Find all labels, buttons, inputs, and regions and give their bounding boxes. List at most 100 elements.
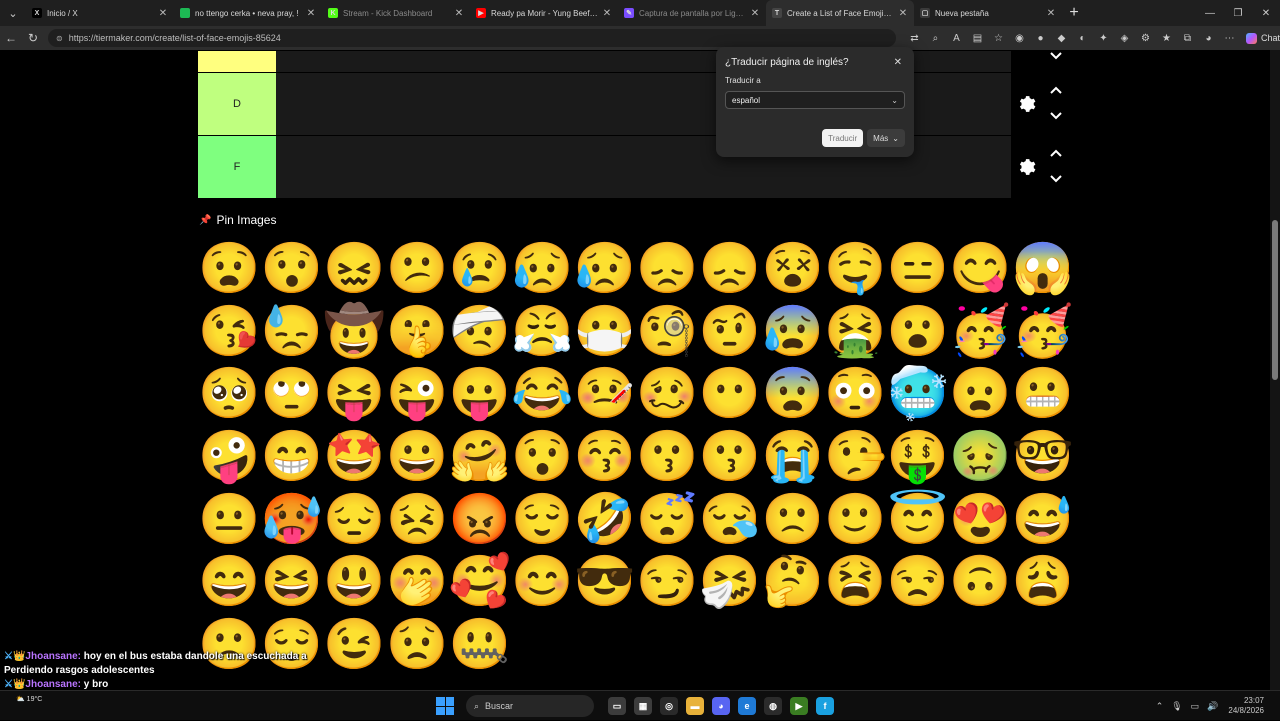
more-options-button[interactable]: Más ⌄ — [867, 129, 905, 147]
start-icon[interactable] — [436, 697, 454, 715]
emoji-image[interactable]: 😏 — [636, 550, 699, 613]
extension-icon[interactable]: ● — [1030, 33, 1051, 44]
emoji-image[interactable]: 🙂 — [824, 487, 887, 550]
extension-icon[interactable]: ◉ — [1009, 33, 1030, 44]
zoom-icon[interactable]: ⌕ — [925, 33, 946, 44]
emoji-image[interactable]: 😮 — [887, 300, 950, 363]
pin-images-toggle[interactable]: 📌 Pin Images — [199, 213, 276, 227]
chrome-icon[interactable]: ◍ — [764, 697, 782, 715]
browser-tab[interactable]: T Create a List of Face Emojis Tier Li ✕ — [766, 0, 914, 26]
weather-widget[interactable]: ⛅ 19°C — [16, 695, 42, 703]
emoji-image[interactable]: 😪 — [699, 487, 762, 550]
emoji-image[interactable]: 😜 — [386, 362, 449, 425]
gear-icon[interactable] — [1016, 94, 1036, 114]
browser-tab[interactable]: ▶ Ready pa Morir - Yung Beef [Vide ✕ — [470, 0, 618, 26]
close-tab-icon[interactable]: ✕ — [602, 8, 612, 19]
file-explorer-icon[interactable]: ▬ — [686, 697, 704, 715]
emoji-image[interactable]: 🤣 — [574, 487, 637, 550]
emoji-image[interactable]: 😇 — [887, 487, 950, 550]
emoji-image[interactable]: 🤗 — [448, 425, 511, 488]
close-tab-icon[interactable]: ✕ — [898, 8, 908, 19]
emoji-image[interactable]: 🥳 — [1012, 300, 1075, 363]
emoji-image[interactable]: 🤔 — [761, 550, 824, 613]
emoji-image[interactable]: 😨 — [761, 362, 824, 425]
emoji-image[interactable]: 😷 — [574, 300, 637, 363]
browser-tab[interactable]: K Stream - Kick Dashboard ✕ — [322, 0, 470, 26]
emoji-image[interactable]: 🤮 — [824, 300, 887, 363]
clock[interactable]: 23:07 24/8/2026 — [1228, 696, 1264, 716]
emoji-image[interactable]: 😱 — [1012, 237, 1075, 300]
url-field[interactable]: ⊜ https://tiermaker.com/create/list-of-f… — [48, 29, 896, 47]
extensions-icon[interactable]: ⚙ — [1135, 33, 1156, 44]
chevron-down-icon[interactable] — [1049, 174, 1063, 184]
emoji-image[interactable]: 😳 — [824, 362, 887, 425]
emoji-image[interactable]: 😝 — [323, 362, 386, 425]
emoji-image[interactable]: 😕 — [386, 237, 449, 300]
extension-icon[interactable]: ◈ — [1114, 33, 1135, 44]
close-window-icon[interactable]: ✕ — [1252, 0, 1280, 26]
emoji-image[interactable]: 🥺 — [198, 362, 261, 425]
new-tab-button[interactable]: + — [1062, 0, 1086, 26]
emoji-image[interactable]: 😅 — [1012, 487, 1075, 550]
emoji-image[interactable]: 😘 — [198, 300, 261, 363]
chevron-down-icon[interactable] — [1049, 111, 1063, 121]
emoji-image[interactable]: 😀 — [386, 425, 449, 488]
emoji-image[interactable]: 😵 — [761, 237, 824, 300]
emoji-image[interactable]: 🤪 — [198, 425, 261, 488]
emoji-image[interactable]: 🤭 — [386, 550, 449, 613]
emoji-image[interactable]: 🥶 — [887, 362, 950, 425]
obs-icon[interactable]: ◎ — [660, 697, 678, 715]
discord-icon[interactable]: ◕ — [712, 697, 730, 715]
emoji-image[interactable]: 😤 — [511, 300, 574, 363]
translate-icon[interactable]: ⇄ — [904, 33, 925, 44]
emoji-image[interactable]: 😩 — [1012, 550, 1075, 613]
widgets-icon[interactable]: ▦ — [634, 697, 652, 715]
emoji-image[interactable]: 😟 — [386, 613, 449, 676]
emoji-image[interactable]: 😃 — [323, 550, 386, 613]
emoji-image[interactable]: 🤨 — [699, 300, 762, 363]
microphone-icon[interactable]: 🎙 — [1171, 701, 1182, 712]
emoji-image[interactable]: 😖 — [323, 237, 386, 300]
tier-label[interactable]: F — [198, 136, 276, 198]
kick-app-icon[interactable]: ▶ — [790, 697, 808, 715]
close-icon[interactable]: ✕ — [894, 57, 902, 68]
emoji-image[interactable]: 🧐 — [636, 300, 699, 363]
emoji-image[interactable]: 😓 — [261, 300, 324, 363]
emoji-image[interactable]: 🥴 — [636, 362, 699, 425]
emoji-image[interactable]: 😍 — [949, 487, 1012, 550]
emoji-image[interactable]: 🤧 — [699, 550, 762, 613]
emoji-image[interactable]: 🤩 — [323, 425, 386, 488]
close-tab-icon[interactable]: ✕ — [158, 8, 168, 19]
emoji-image[interactable]: 🙃 — [949, 550, 1012, 613]
emoji-image[interactable]: 😶 — [699, 362, 762, 425]
emoji-image[interactable]: 🤠 — [323, 300, 386, 363]
volume-icon[interactable]: 🔊 — [1207, 701, 1218, 712]
emoji-image[interactable]: 😡 — [448, 487, 511, 550]
scrollbar-thumb[interactable] — [1272, 220, 1278, 380]
emoji-image[interactable]: 😭 — [761, 425, 824, 488]
close-tab-icon[interactable]: ✕ — [306, 8, 316, 19]
extension-icon[interactable]: ◐ — [1072, 33, 1093, 44]
emoji-image[interactable]: 😗 — [636, 425, 699, 488]
emoji-image[interactable]: 😗 — [699, 425, 762, 488]
tray-chevron-icon[interactable]: ⌃ — [1156, 701, 1164, 712]
tab-actions-menu-icon[interactable]: ⌄ — [0, 0, 26, 26]
emoji-image[interactable]: 😒 — [887, 550, 950, 613]
app-icon[interactable]: f — [816, 697, 834, 715]
chevron-down-icon[interactable] — [1049, 51, 1063, 61]
close-tab-icon[interactable]: ✕ — [750, 8, 760, 19]
emoji-image[interactable]: 😎 — [574, 550, 637, 613]
close-tab-icon[interactable]: ✕ — [454, 8, 464, 19]
emoji-image[interactable]: 😯 — [511, 425, 574, 488]
read-aloud-icon[interactable]: A — [946, 33, 967, 44]
chevron-up-icon[interactable] — [1049, 85, 1063, 95]
reader-icon[interactable]: ▤ — [967, 33, 988, 44]
emoji-image[interactable]: 🤑 — [887, 425, 950, 488]
collections-icon[interactable]: ⧉ — [1177, 33, 1198, 44]
minimize-icon[interactable]: — — [1196, 0, 1224, 26]
emoji-image[interactable]: 🤢 — [949, 425, 1012, 488]
extension-icon[interactable]: ◆ — [1051, 33, 1072, 44]
copilot-chat-button[interactable]: Chat — [1245, 32, 1280, 44]
emoji-image[interactable]: 🤫 — [386, 300, 449, 363]
emoji-image[interactable]: 🥳 — [949, 300, 1012, 363]
